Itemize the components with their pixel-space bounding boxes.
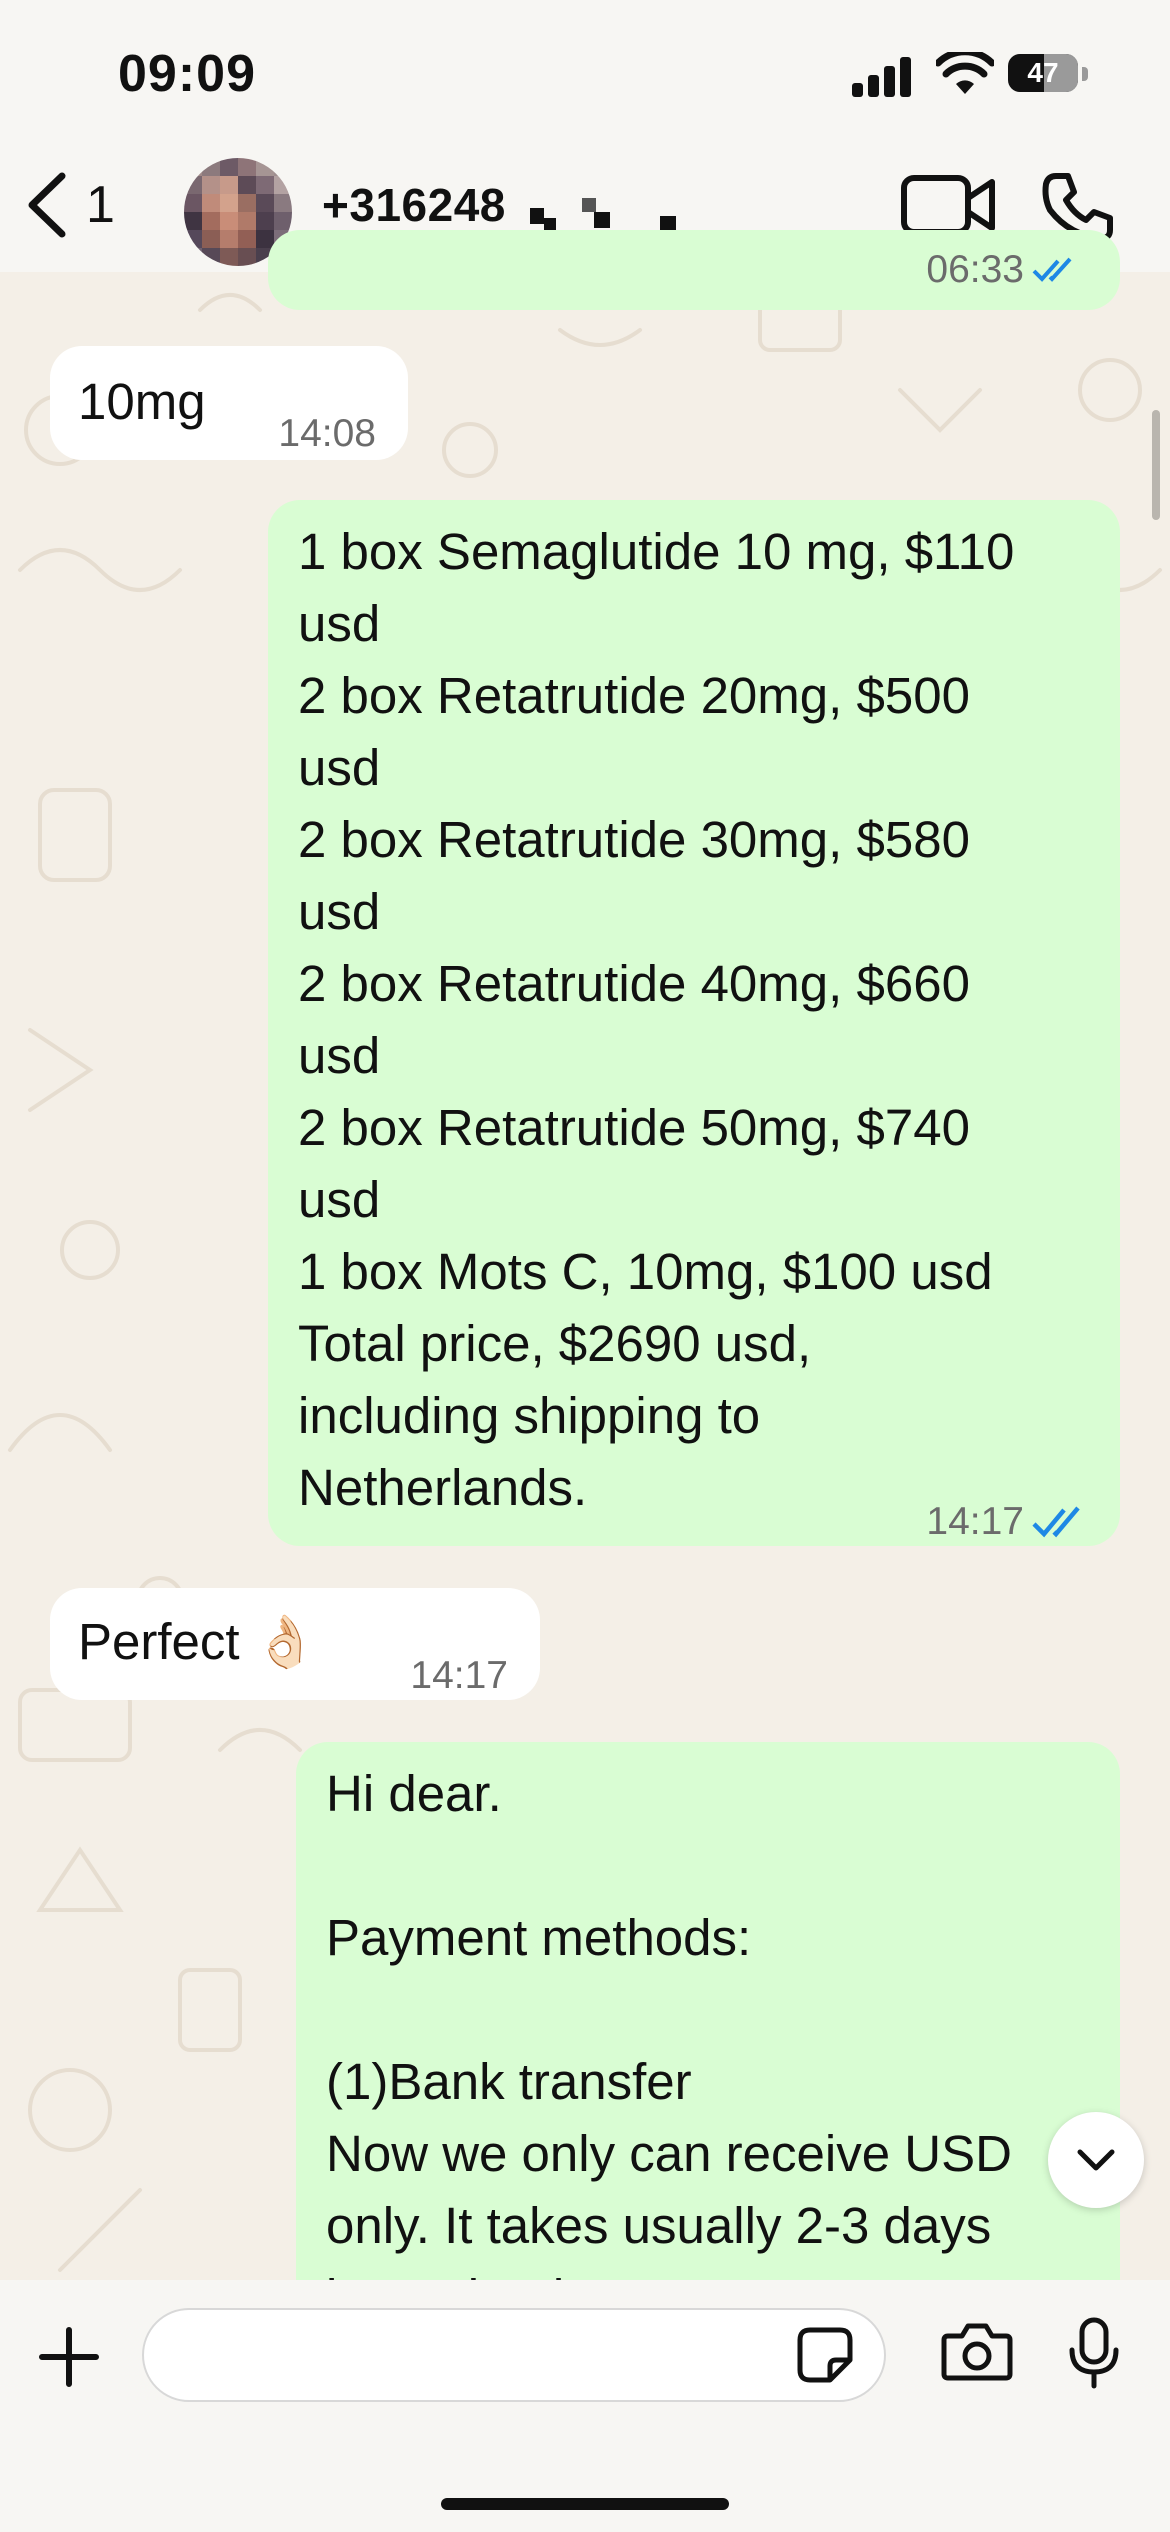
- scrollbar[interactable]: [1152, 410, 1160, 520]
- message-time: 14:17: [410, 1654, 508, 1697]
- double-check-icon: [1032, 257, 1072, 282]
- message-meta: 14:17: [926, 1486, 1088, 1558]
- camera-icon[interactable]: [940, 2322, 1014, 2382]
- message-text: Hi dear. Payment methods: (1)Bank transf…: [326, 1765, 1012, 2326]
- back-button[interactable]: 1: [24, 170, 115, 240]
- double-check-icon: [1032, 1506, 1080, 1538]
- message-composer: [0, 2280, 1170, 2532]
- wifi-icon: [936, 52, 994, 94]
- message-bubble-incoming[interactable]: Perfect 👌🏻 14:17: [50, 1588, 540, 1700]
- message-bubble-outgoing[interactable]: 1 box Semaglutide 10 mg, $110 usd 2 box …: [268, 500, 1120, 1546]
- status-time: 09:09: [118, 45, 256, 103]
- message-bubble-outgoing[interactable]: 06:33: [268, 230, 1120, 310]
- message-time: 14:17: [926, 1500, 1024, 1543]
- message-time: 14:08: [278, 412, 376, 455]
- chevron-left-icon: [28, 172, 66, 238]
- message-meta: 06:33: [926, 234, 1080, 306]
- message-text: 1 box Semaglutide 10 mg, $110 usd 2 box …: [298, 523, 1015, 1516]
- message-input-box[interactable]: [142, 2308, 886, 2402]
- sticker-icon[interactable]: [796, 2326, 854, 2384]
- video-call-icon[interactable]: [900, 172, 998, 238]
- message-bubble-incoming[interactable]: 10mg 14:08: [50, 346, 408, 460]
- home-indicator: [441, 2498, 729, 2510]
- chevron-down-icon: [1077, 2149, 1115, 2171]
- microphone-icon[interactable]: [1066, 2316, 1122, 2390]
- message-time: 06:33: [926, 248, 1024, 291]
- message-bubble-outgoing[interactable]: Hi dear. Payment methods: (1)Bank transf…: [296, 1742, 1120, 2342]
- message-text: 10mg: [78, 373, 206, 430]
- contact-name[interactable]: +316248: [322, 178, 506, 232]
- cellular-signal-icon: [852, 57, 911, 97]
- status-bar: 09:09 47: [0, 0, 1170, 150]
- battery-cap: [1082, 67, 1088, 81]
- plus-icon[interactable]: [36, 2324, 102, 2390]
- message-input[interactable]: [174, 2310, 778, 2402]
- message-text: Perfect 👌🏻: [78, 1613, 318, 1670]
- unread-count: 1: [86, 176, 115, 234]
- scroll-to-bottom-button[interactable]: [1048, 2112, 1144, 2208]
- battery-indicator: 47: [1008, 54, 1078, 92]
